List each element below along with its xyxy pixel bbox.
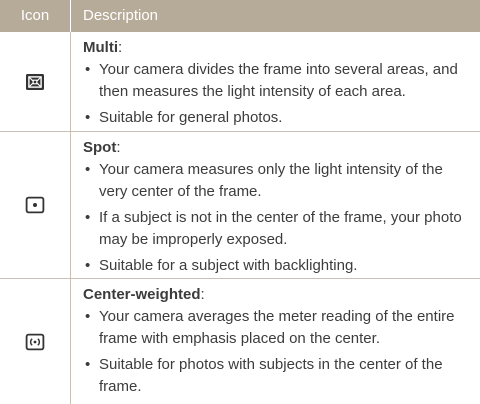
table-row-multi: Multi: Your camera divides the frame int… — [0, 32, 480, 131]
column-divider — [70, 279, 71, 404]
bullet-item: Suitable for photos with subjects in the… — [83, 354, 472, 398]
icon-cell — [0, 132, 70, 278]
mode-name: Spot — [83, 139, 117, 156]
mode-title: Center-weighted: — [83, 286, 205, 303]
table-row-spot: Spot: Your camera measures only the ligh… — [0, 132, 480, 278]
mode-name: Center-weighted — [83, 286, 201, 303]
bullet-list: Your camera measures only the light inte… — [83, 159, 472, 277]
column-divider — [70, 32, 71, 131]
bullet-list: Your camera averages the meter reading o… — [83, 306, 472, 398]
bullet-item: Suitable for general photos. — [83, 107, 472, 129]
icon-column-header: Icon — [20, 7, 50, 24]
icon-cell — [0, 32, 70, 131]
bullet-list: Your camera divides the frame into sever… — [83, 59, 472, 129]
center-weighted-metering-icon — [25, 333, 45, 350]
description-cell: Multi: Your camera divides the frame int… — [83, 32, 472, 133]
bullet-item: Suitable for a subject with backlighting… — [83, 255, 472, 277]
bullet-item: Your camera measures only the light inte… — [83, 159, 472, 203]
header-divider — [70, 0, 71, 32]
multi-metering-icon — [26, 73, 44, 90]
bullet-item: Your camera averages the meter reading o… — [83, 306, 472, 350]
mode-title: Spot: — [83, 139, 121, 156]
icon-cell — [0, 279, 70, 404]
table-row-center-weighted: Center-weighted: Your camera averages th… — [0, 279, 480, 404]
description-cell: Spot: Your camera measures only the ligh… — [83, 132, 472, 281]
bullet-item: Your camera divides the frame into sever… — [83, 59, 472, 103]
mode-title: Multi: — [83, 39, 123, 56]
mode-name: Multi — [83, 39, 118, 56]
table-header: Icon Description — [0, 0, 480, 32]
description-cell: Center-weighted: Your camera averages th… — [83, 279, 472, 402]
column-divider — [70, 132, 71, 278]
bullet-item: If a subject is not in the center of the… — [83, 207, 472, 251]
description-column-header: Description — [83, 7, 159, 24]
spot-metering-icon — [25, 196, 45, 214]
